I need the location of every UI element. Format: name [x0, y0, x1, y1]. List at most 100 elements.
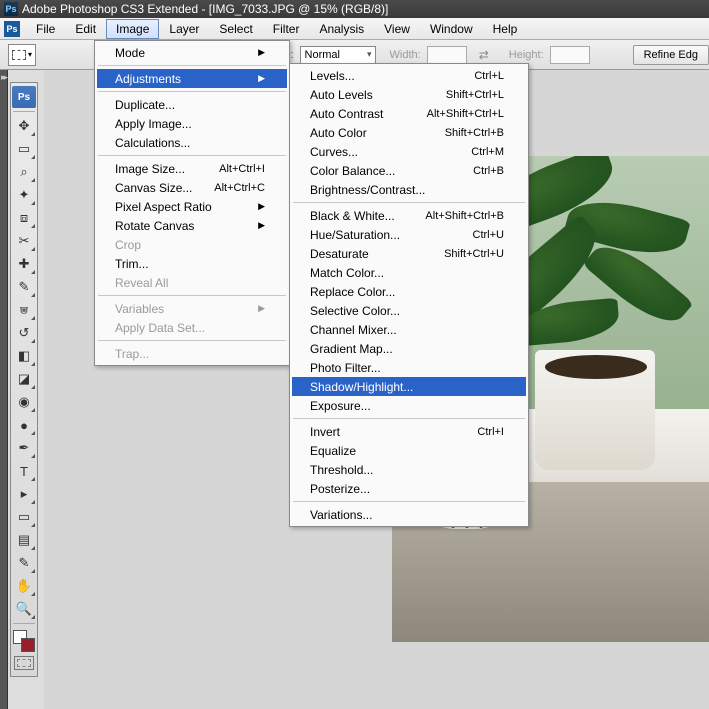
- image-menu-item[interactable]: Duplicate...: [97, 95, 287, 114]
- adjustments-item[interactable]: InvertCtrl+I: [292, 422, 526, 441]
- adjustments-item[interactable]: DesaturateShift+Ctrl+U: [292, 244, 526, 263]
- lasso-tool[interactable]: ⌕: [12, 161, 36, 183]
- quick-mask-toggle[interactable]: [14, 656, 34, 670]
- menu-layer[interactable]: Layer: [159, 19, 209, 39]
- crop-tool[interactable]: ⧈: [12, 207, 36, 229]
- adjustments-item[interactable]: Threshold...: [292, 460, 526, 479]
- image-menu-item[interactable]: Adjustments▶: [97, 69, 287, 88]
- adjustments-item[interactable]: Color Balance...Ctrl+B: [292, 161, 526, 180]
- menu-help[interactable]: Help: [483, 19, 528, 39]
- menu-item-label: Rotate Canvas: [115, 219, 194, 233]
- ps-logo-button[interactable]: Ps: [4, 21, 20, 37]
- menu-select[interactable]: Select: [209, 19, 262, 39]
- swap-dimensions-icon[interactable]: ⇄: [479, 48, 489, 62]
- adjustments-item[interactable]: Hue/Saturation...Ctrl+U: [292, 225, 526, 244]
- notes-tool[interactable]: ▤: [12, 529, 36, 551]
- menu-item-accelerator: Ctrl+L: [454, 70, 504, 82]
- width-input[interactable]: [427, 46, 467, 64]
- adjustments-item[interactable]: Photo Filter...: [292, 358, 526, 377]
- separator: [293, 202, 525, 203]
- menu-item-label: Apply Image...: [115, 117, 192, 131]
- history-brush-tool[interactable]: ↺: [12, 322, 36, 344]
- separator: [293, 501, 525, 502]
- menu-filter[interactable]: Filter: [263, 19, 310, 39]
- image-menu-item[interactable]: Image Size...Alt+Ctrl+I: [97, 159, 287, 178]
- image-menu-item[interactable]: Mode▶: [97, 43, 287, 62]
- adjustments-item[interactable]: Match Color...: [292, 263, 526, 282]
- panel-dock[interactable]: ▸▸: [0, 70, 8, 709]
- image-menu-item[interactable]: Calculations...: [97, 133, 287, 152]
- chevron-right-icon: ▶: [238, 220, 265, 231]
- adjustments-item[interactable]: Gradient Map...: [292, 339, 526, 358]
- menu-file[interactable]: File: [26, 19, 65, 39]
- refine-edge-button[interactable]: Refine Edg: [633, 45, 709, 65]
- image-menu-item[interactable]: Trim...: [97, 254, 287, 273]
- healing-brush-tool[interactable]: ✚: [12, 253, 36, 275]
- move-tool[interactable]: ✥: [12, 115, 36, 137]
- menu-analysis[interactable]: Analysis: [309, 19, 374, 39]
- adjustments-item[interactable]: Curves...Ctrl+M: [292, 142, 526, 161]
- width-label: Width:: [390, 49, 421, 61]
- image-menu-item[interactable]: Apply Image...: [97, 114, 287, 133]
- menu-image[interactable]: Image: [106, 19, 159, 39]
- clone-stamp-tool[interactable]: ⩐: [12, 299, 36, 321]
- image-menu-item[interactable]: Rotate Canvas ▶: [97, 216, 287, 235]
- adjustments-item[interactable]: Exposure...: [292, 396, 526, 415]
- adjustments-item[interactable]: Black & White...Alt+Shift+Ctrl+B: [292, 206, 526, 225]
- eyedropper-tool[interactable]: ✎: [12, 552, 36, 574]
- adjustments-item[interactable]: Channel Mixer...: [292, 320, 526, 339]
- menu-item-label: Black & White...: [310, 209, 395, 223]
- menu-item-accelerator: Alt+Ctrl+C: [194, 182, 265, 194]
- type-tool[interactable]: T: [12, 460, 36, 482]
- path-selection-tool[interactable]: ▸: [12, 483, 36, 505]
- menu-edit[interactable]: Edit: [65, 19, 106, 39]
- menu-item-label: Variables: [115, 302, 164, 316]
- adjustments-item[interactable]: Shadow/Highlight...: [292, 377, 526, 396]
- adjustments-item[interactable]: Auto ContrastAlt+Shift+Ctrl+L: [292, 104, 526, 123]
- adjustments-item[interactable]: Auto ColorShift+Ctrl+B: [292, 123, 526, 142]
- adjustments-item[interactable]: Posterize...: [292, 479, 526, 498]
- zoom-tool[interactable]: 🔍: [12, 598, 36, 620]
- menu-item-accelerator: Ctrl+U: [453, 229, 504, 241]
- eraser-tool[interactable]: ◧: [12, 345, 36, 367]
- image-menu-item[interactable]: Pixel Aspect Ratio▶: [97, 197, 287, 216]
- separator: [13, 111, 35, 112]
- marquee-tool[interactable]: ▭: [12, 138, 36, 160]
- titlebar: Ps Adobe Photoshop CS3 Extended - [IMG_7…: [0, 0, 709, 18]
- adjustments-item[interactable]: Selective Color...: [292, 301, 526, 320]
- color-swatches[interactable]: [13, 630, 35, 652]
- adjustments-item[interactable]: Levels...Ctrl+L: [292, 66, 526, 85]
- menu-item-label: Pixel Aspect Ratio: [115, 200, 212, 214]
- slice-tool[interactable]: ✂: [12, 230, 36, 252]
- hand-tool[interactable]: ✋: [12, 575, 36, 597]
- menu-window[interactable]: Window: [420, 19, 483, 39]
- blur-tool[interactable]: ◉: [12, 391, 36, 413]
- image-menu-item[interactable]: Canvas Size...Alt+Ctrl+C: [97, 178, 287, 197]
- pen-tool[interactable]: ✒: [12, 437, 36, 459]
- adjustments-item[interactable]: Equalize: [292, 441, 526, 460]
- adjustments-item[interactable]: Auto LevelsShift+Ctrl+L: [292, 85, 526, 104]
- brush-tool[interactable]: ✎: [12, 276, 36, 298]
- style-select[interactable]: Normal: [300, 46, 376, 64]
- menu-item-label: Crop: [115, 238, 141, 252]
- ps-logo-tool[interactable]: Ps: [12, 86, 36, 108]
- menu-item-label: Match Color...: [310, 266, 384, 280]
- tool-preset-picker[interactable]: ▾: [8, 44, 36, 66]
- image-menu-item: Trap...: [97, 344, 287, 363]
- height-label: Height:: [509, 49, 544, 61]
- dodge-tool[interactable]: ●: [12, 414, 36, 436]
- menu-item-label: Brightness/Contrast...: [310, 183, 425, 197]
- height-input[interactable]: [550, 46, 590, 64]
- menu-item-accelerator: Ctrl+I: [457, 426, 504, 438]
- magic-wand-tool[interactable]: ✦: [12, 184, 36, 206]
- gradient-tool[interactable]: ◪: [12, 368, 36, 390]
- shape-tool[interactable]: ▭: [12, 506, 36, 528]
- menu-item-label: Threshold...: [310, 463, 373, 477]
- adjustments-item[interactable]: Brightness/Contrast...: [292, 180, 526, 199]
- adjustments-item[interactable]: Replace Color...: [292, 282, 526, 301]
- background-color[interactable]: [21, 638, 35, 652]
- menu-item-label: Trim...: [115, 257, 149, 271]
- menu-view[interactable]: View: [374, 19, 420, 39]
- separator: [293, 418, 525, 419]
- adjustments-item[interactable]: Variations...: [292, 505, 526, 524]
